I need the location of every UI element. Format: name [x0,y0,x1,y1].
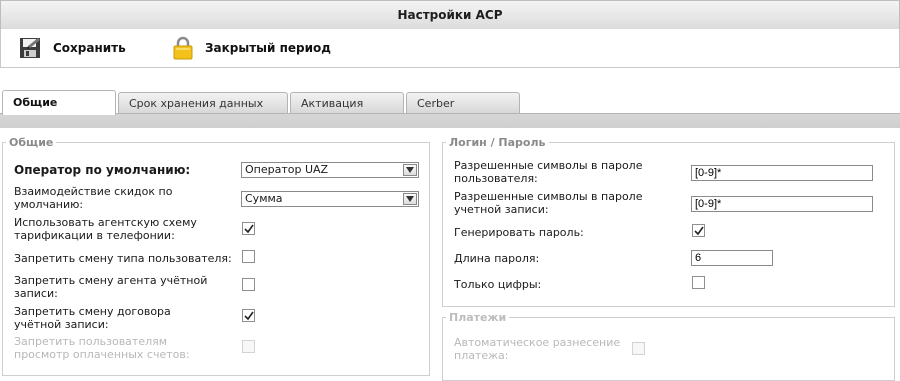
digits-only-checkbox[interactable] [692,276,705,289]
toolbar: Сохранить Закрытый период [0,29,900,68]
password-length-label: Длина пароля: [454,252,540,265]
default-operator-select[interactable]: Оператор UAZ [241,162,419,178]
tab-bar: Общие Срок хранения данных Активация Cer… [0,90,900,115]
generate-password-checkbox[interactable] [692,224,705,237]
forbid-paid-view-label: Запретить пользователям просмотр оплачен… [14,335,190,361]
user-pwd-chars-input[interactable] [691,165,873,181]
password-length-input[interactable] [691,250,773,266]
tab-content: Общие Оператор по умолчанию: Оператор UA… [0,128,900,381]
default-operator-value: Оператор UAZ [245,163,329,176]
discount-interaction-select[interactable]: Сумма [241,191,419,207]
acc-pwd-chars-input[interactable] [691,196,873,212]
lock-icon [173,36,193,60]
generate-password-label: Генерировать пароль: [454,226,584,239]
chevron-down-icon [403,164,417,176]
auto-split-label: Автоматическое разнесение платежа: [454,336,621,362]
closed-period-label: Закрытый период [205,41,331,55]
tab-strip [0,113,900,128]
chevron-down-icon [403,193,417,205]
acc-pwd-chars-label: Разрешенные символы в пароле учетной зап… [454,190,643,216]
discount-interaction-label: Взаимодействие скидок по умолчанию: [14,185,173,211]
tab-activation[interactable]: Активация [290,92,404,113]
digits-only-label: Только цифры: [454,278,542,291]
forbid-paid-view-checkbox[interactable] [242,340,255,353]
forbid-user-type-checkbox[interactable] [242,250,255,263]
forbid-user-type-label: Запретить смену типа пользователя: [14,252,232,265]
forbid-contract-checkbox[interactable] [242,309,255,322]
auto-split-checkbox[interactable] [632,342,645,355]
general-legend: Общие [9,136,54,149]
checkmark-icon [244,224,254,234]
login-password-legend: Логин / Пароль [449,136,546,149]
save-label: Сохранить [53,41,126,55]
forbid-agent-label: Запретить смену агента учётной записи: [14,274,208,300]
user-pwd-chars-label: Разрешенные символы в пароле пользовател… [454,159,643,185]
save-button[interactable]: Сохранить [19,29,126,67]
floppy-disk-icon [20,38,40,58]
default-operator-label: Оператор по умолчанию: [14,163,191,177]
tab-data-retention[interactable]: Срок хранения данных [118,92,288,113]
closed-period-button[interactable]: Закрытый период [173,29,331,67]
payments-legend: Платежи [449,311,507,324]
forbid-agent-checkbox[interactable] [242,278,255,291]
agent-scheme-label: Использовать агентскую схему тарификации… [14,216,197,242]
window-title: Настройки АСР [0,0,900,30]
tab-cerber[interactable]: Cerber [406,92,520,113]
agent-scheme-checkbox[interactable] [242,222,255,235]
discount-interaction-value: Сумма [245,192,283,205]
checkmark-icon [694,226,704,236]
checkmark-icon [244,311,254,321]
tab-general[interactable]: Общие [2,90,116,115]
forbid-contract-label: Запретить смену договора учётной записи: [14,305,171,331]
